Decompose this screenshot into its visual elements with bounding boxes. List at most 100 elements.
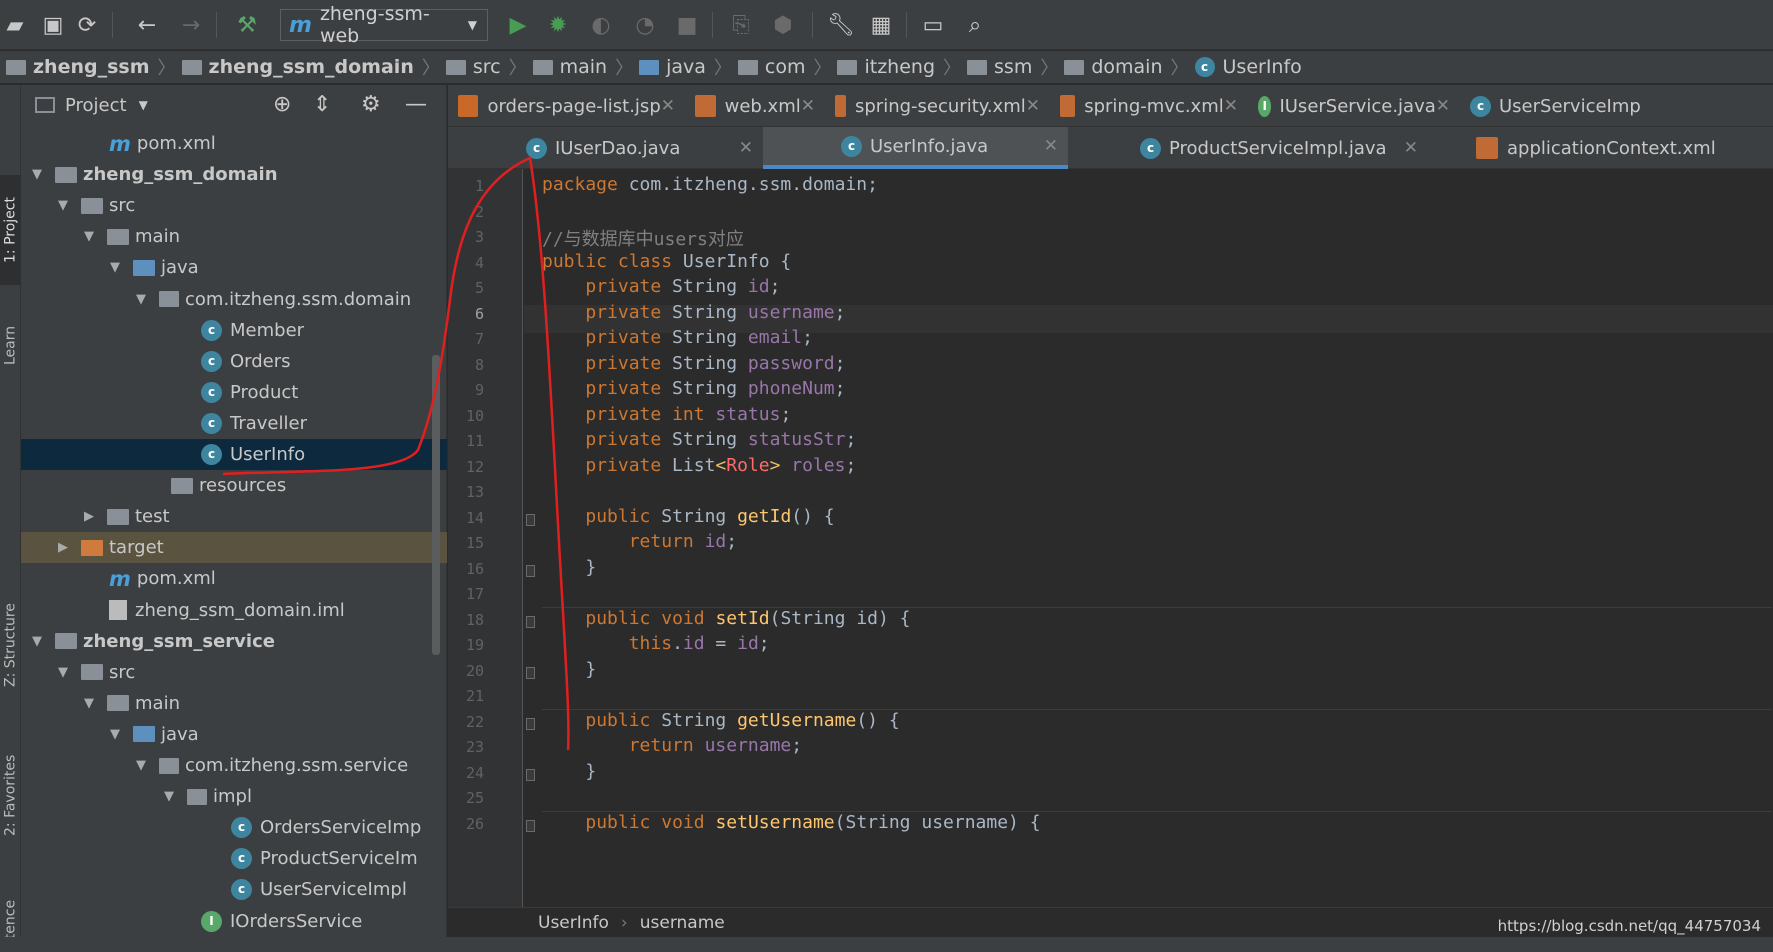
tree-item-orders[interactable]: c Orders (21, 346, 447, 377)
tool-tab-favorites[interactable]: 2: Favorites (0, 735, 21, 855)
back-icon[interactable]: ← (132, 10, 162, 40)
code-line[interactable]: this.id = id; (542, 633, 770, 654)
tree-item-zheng-ssm-service[interactable]: ▼ zheng_ssm_service (21, 626, 447, 657)
expand-arrow-icon[interactable]: ▼ (29, 167, 45, 182)
hide-panel-icon[interactable]: — (405, 92, 427, 117)
coverage-icon[interactable]: ◐ (586, 10, 616, 40)
code-line[interactable]: return id; (542, 531, 737, 552)
code-line[interactable]: } (542, 761, 596, 782)
project-panel-title[interactable]: Project (65, 95, 127, 116)
code-line[interactable]: public void setUsername(String username)… (542, 812, 1040, 833)
deploy-icon[interactable]: ⬢ (768, 10, 798, 40)
breadcrumb-item-com[interactable]: com 〉 (732, 54, 831, 80)
tab-userserviceimpl[interactable]: c UserServiceImp (1460, 85, 1773, 127)
tree-item-target[interactable]: ▶ target (21, 532, 447, 564)
build-hammer-icon[interactable]: ⚒ (232, 10, 262, 40)
code-line[interactable]: } (542, 659, 596, 680)
fold-marker-icon[interactable] (526, 768, 535, 781)
fold-marker-icon[interactable] (526, 564, 535, 577)
close-icon[interactable]: ✕ (661, 96, 675, 116)
expand-arrow-icon[interactable]: ▼ (29, 634, 45, 649)
tool-tab-project[interactable]: 1: Project (0, 175, 21, 285)
tab-userinfo-java[interactable]: c UserInfo.java ✕ (763, 127, 1068, 169)
locate-target-icon[interactable]: ⊕ (273, 92, 291, 117)
run-icon[interactable]: ▶ (503, 10, 533, 40)
expand-arrow-icon[interactable]: ▼ (107, 260, 123, 275)
tree-item-pom-xml[interactable]: m pom.xml (21, 128, 447, 159)
expand-arrow-icon[interactable]: ▼ (81, 696, 97, 711)
settings-wrench-icon[interactable]: 🔧︎ (826, 10, 856, 40)
expand-arrow-icon[interactable]: ▼ (133, 292, 149, 307)
tree-item-src[interactable]: ▼ src (21, 657, 447, 688)
code-line[interactable]: public void setId(String id) { (542, 608, 910, 629)
tree-item-zheng-ssm-domain[interactable]: ▼ zheng_ssm_domain (21, 159, 447, 190)
fold-marker-icon[interactable] (526, 819, 535, 832)
expand-arrow-icon[interactable]: ▼ (81, 229, 97, 244)
search-icon[interactable]: ⌕ (960, 10, 990, 40)
code-line[interactable]: } (542, 557, 596, 578)
debug-icon[interactable]: ✹ (543, 10, 573, 40)
tab-spring-mvc-xml[interactable]: spring-mvc.xml ✕ (1050, 85, 1248, 127)
code-line[interactable]: private int status; (542, 404, 791, 425)
close-icon[interactable]: ✕ (1026, 96, 1040, 116)
breadcrumb-item-userinfo[interactable]: c UserInfo (1189, 56, 1302, 78)
code-line[interactable]: return username; (542, 735, 802, 756)
chevron-down-icon[interactable]: ▼ (139, 98, 148, 112)
fold-marker-icon[interactable] (526, 666, 535, 679)
collapse-arrow-icon[interactable]: ▶ (81, 509, 97, 524)
tool-tab-structure[interactable]: Z: Structure (0, 585, 21, 705)
breadcrumb-item-java[interactable]: java 〉 (633, 54, 732, 80)
tab-iuserservice-java[interactable]: I IUserService.java ✕ (1248, 85, 1460, 127)
stop-icon[interactable]: ■ (672, 10, 702, 40)
code-line[interactable]: public class UserInfo { (542, 251, 791, 272)
forward-icon[interactable]: → (176, 10, 206, 40)
collapse-arrow-icon[interactable]: ▶ (55, 540, 71, 555)
tree-item-src[interactable]: ▼ src (21, 190, 447, 221)
tab-web-xml[interactable]: web.xml ✕ (685, 85, 825, 127)
tree-item-productserviceim[interactable]: c ProductServiceIm (21, 843, 447, 874)
tree-item-ordersserviceimp[interactable]: c OrdersServiceImp (21, 812, 447, 843)
breadcrumb-item-domain[interactable]: domain 〉 (1058, 54, 1189, 80)
close-icon[interactable]: ✕ (1224, 96, 1238, 116)
tree-item-main[interactable]: ▼ main (21, 688, 447, 719)
project-tree-scrollbar[interactable] (432, 355, 440, 655)
tab-iuserdao-java[interactable]: c IUserDao.java ✕ (448, 127, 763, 169)
tree-item-userinfo[interactable]: c UserInfo (21, 439, 447, 470)
tree-item-member[interactable]: c Member (21, 315, 447, 346)
attach-icon[interactable]: ⎘ (726, 10, 756, 40)
close-icon[interactable]: ✕ (1436, 96, 1450, 116)
tree-item-resources[interactable]: resources (21, 470, 447, 501)
breadcrumb-item-module[interactable]: zheng_ssm_domain 〉 (176, 54, 440, 80)
editor-breadcrumb-member[interactable]: username (640, 913, 725, 933)
code-line[interactable]: public String getId() { (542, 506, 834, 527)
code-editor[interactable]: 1 2 3 4 5 6 7 8 9 10 11 12 13 14 15 16 17 18 19 20 21 22 23 24 2… (448, 169, 1773, 907)
fold-marker-icon[interactable] (526, 615, 535, 628)
collapse-all-icon[interactable]: ⇕ (313, 92, 331, 117)
tree-item-java[interactable]: ▼ java (21, 252, 447, 283)
tree-item-userserviceimpl[interactable]: c UserServiceImpl (21, 874, 447, 905)
code-line[interactable]: private String password; (542, 353, 845, 374)
tree-item-java[interactable]: ▼ java (21, 719, 447, 750)
breadcrumb-item-itzheng[interactable]: itzheng 〉 (831, 54, 961, 80)
tab-orders-page-list-jsp[interactable]: orders-page-list.jsp ✕ (448, 85, 685, 127)
tree-item-com-itzheng-ssm-domain[interactable]: ▼ com.itzheng.ssm.domain (21, 284, 447, 315)
code-line[interactable]: private String statusStr; (542, 429, 856, 450)
breadcrumb-item-src[interactable]: src 〉 (440, 54, 527, 80)
tree-item-test[interactable]: ▶ test (21, 501, 447, 532)
close-icon[interactable]: ✕ (1404, 138, 1418, 158)
tree-item-product[interactable]: c Product (21, 377, 447, 408)
tool-tab-learn[interactable]: Learn (0, 310, 21, 380)
tree-item-zheng-ssm-domain-iml[interactable]: zheng_ssm_domain.iml (21, 595, 447, 626)
code-line[interactable]: //与数据库中users对应 (542, 225, 744, 251)
code-line[interactable]: public String getUsername() { (542, 710, 899, 731)
close-icon[interactable]: ✕ (801, 96, 815, 116)
code-line[interactable]: package com.itzheng.ssm.domain; (542, 174, 878, 195)
expand-arrow-icon[interactable]: ▼ (55, 198, 71, 213)
terminal-icon[interactable]: ▭ (918, 10, 948, 40)
code-line[interactable]: private String phoneNum; (542, 378, 845, 399)
code-line[interactable]: private String username; (542, 302, 845, 323)
project-structure-icon[interactable]: ▦ (866, 10, 896, 40)
sync-icon[interactable]: ⟳ (72, 10, 102, 40)
tab-spring-security-xml[interactable]: spring-security.xml ✕ (825, 85, 1050, 127)
tree-item-pom-xml[interactable]: m pom.xml (21, 563, 447, 594)
